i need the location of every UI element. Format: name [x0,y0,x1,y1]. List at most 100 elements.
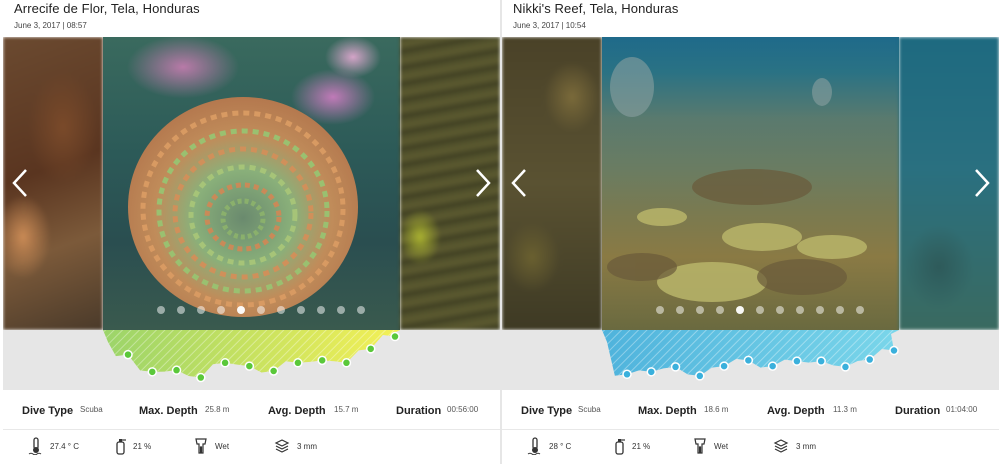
dive-profile-point[interactable] [341,358,352,368]
dive-profile-point[interactable] [889,345,899,356]
duration-value: 00:56:00 [447,405,479,414]
pagination-dot[interactable] [856,306,864,314]
pagination-dot[interactable] [197,306,205,314]
avg-depth-label: Avg. Depth [767,405,825,417]
max-depth-value: 18.6 m [704,405,729,414]
photo-pagination[interactable] [157,306,365,316]
temperature-value: 27.4 ° C [50,442,79,451]
next-photo-button[interactable] [470,163,496,203]
temperature-value: 28 ° C [549,442,572,451]
air-value: 21 % [632,442,651,451]
duration-value: 01:04:00 [946,405,978,414]
photo-gallery[interactable] [502,37,999,330]
suit-value: Wet [215,442,230,451]
pagination-dot[interactable] [776,306,784,314]
pagination-dot[interactable] [157,306,165,314]
dive-profile-point[interactable] [792,356,802,366]
thermometer-icon [28,437,42,455]
dive-profile-point[interactable] [244,361,255,371]
dive-profile-chart[interactable] [502,330,999,390]
dive-profile-point[interactable] [864,354,875,365]
photo-gallery[interactable] [3,37,500,330]
dive-profile-point[interactable] [317,355,327,366]
dive-profile-point[interactable] [646,367,657,377]
pagination-dot[interactable] [357,306,365,314]
max-depth-label: Max. Depth [139,405,198,417]
dive-profile-point[interactable] [220,358,230,368]
duration-label: Duration [396,405,442,417]
dive-type-label: Dive Type [521,405,573,417]
thickness-value: 3 mm [796,442,816,451]
coral-illustration [128,97,358,317]
reef-illustration [607,57,867,302]
duration-label: Duration [895,405,941,417]
dive-card[interactable]: Arrecife de Flor, Tela, Honduras June 3,… [3,0,500,464]
pagination-dot[interactable] [816,306,824,314]
pagination-dot[interactable] [297,306,305,314]
dive-profile-point[interactable] [743,355,754,366]
dive-datetime: June 3, 2017 | 08:57 [14,21,87,30]
next-photo-button[interactable] [969,163,995,203]
prev-photo-button[interactable] [506,163,532,203]
pagination-dot[interactable] [696,306,704,314]
dive-profile-point[interactable] [670,362,681,372]
layers-icon [274,439,290,453]
pagination-dot[interactable] [237,306,245,314]
dive-profile-point[interactable] [390,331,400,342]
thickness-value: 3 mm [297,442,317,451]
air-value: 21 % [133,442,152,451]
prev-photo-button[interactable] [7,163,33,203]
dive-profile-chart[interactable] [3,330,500,390]
pagination-dot[interactable] [836,306,844,314]
dive-stats: Dive Type Scuba Max. Depth 18.6 m Avg. D… [502,390,999,430]
pagination-dot[interactable] [277,306,285,314]
dive-profile-point[interactable] [293,358,303,368]
max-depth-label: Max. Depth [638,405,697,417]
dive-profile-point[interactable] [147,367,158,377]
dive-profile-point[interactable] [695,371,705,381]
chevron-right-icon [975,169,990,197]
dive-profile-point[interactable] [816,356,826,366]
dive-profile-point[interactable] [123,349,133,360]
dive-photo[interactable] [602,37,899,330]
pagination-dot[interactable] [656,306,664,314]
dive-type-value: Scuba [578,405,601,414]
pagination-dot[interactable] [257,306,265,314]
pagination-dot[interactable] [317,306,325,314]
dive-extras: 28 ° C 21 % Wet 3 mm [502,430,999,464]
chevron-left-icon [511,169,526,197]
tank-icon [615,439,625,455]
dive-profile-point[interactable] [840,362,851,372]
pagination-dot[interactable] [716,306,724,314]
photo-pagination[interactable] [656,306,864,316]
pagination-dot[interactable] [337,306,345,314]
pagination-dot[interactable] [736,306,744,314]
wetsuit-icon [694,438,706,454]
dive-datetime: June 3, 2017 | 10:54 [513,21,586,30]
dive-title[interactable]: Nikki's Reef, Tela, Honduras [513,1,678,16]
dive-profile-point[interactable] [622,369,632,380]
suit-value: Wet [714,442,729,451]
pagination-dot[interactable] [756,306,764,314]
dive-profile-point[interactable] [767,361,778,371]
dive-card[interactable]: Nikki's Reef, Tela, Honduras June 3, 201… [502,0,999,464]
thermometer-icon [527,437,541,455]
dive-stats: Dive Type Scuba Max. Depth 25.8 m Avg. D… [3,390,500,430]
dive-profile-point[interactable] [365,344,376,354]
pagination-dot[interactable] [217,306,225,314]
wetsuit-icon [195,438,207,454]
chevron-right-icon [476,169,491,197]
dive-profile-point[interactable] [196,372,206,383]
dive-type-label: Dive Type [22,405,74,417]
dive-extras: 27.4 ° C 21 % Wet 3 mm [3,430,500,464]
avg-depth-value: 15.7 m [334,405,359,414]
dive-profile-point[interactable] [268,366,279,376]
pagination-dot[interactable] [177,306,185,314]
max-depth-value: 25.8 m [205,405,230,414]
pagination-dot[interactable] [676,306,684,314]
dive-photo[interactable] [103,37,400,330]
dive-profile-point[interactable] [171,365,182,375]
dive-title[interactable]: Arrecife de Flor, Tela, Honduras [14,1,200,16]
dive-profile-point[interactable] [719,361,729,371]
pagination-dot[interactable] [796,306,804,314]
